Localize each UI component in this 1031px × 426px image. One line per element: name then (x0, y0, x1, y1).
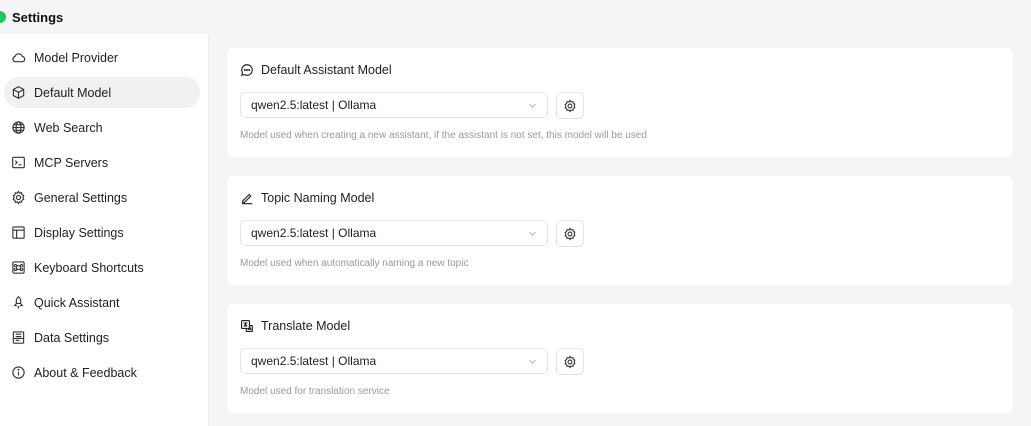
settings-menu: Model Provider Default Model Web Search … (0, 34, 208, 388)
model-settings-button[interactable] (556, 220, 584, 247)
status-indicator (0, 11, 6, 23)
globe-icon (11, 120, 26, 135)
sidebar-item-about-feedback[interactable]: About & Feedback (4, 357, 204, 388)
sidebar-item-general-settings[interactable]: General Settings (4, 182, 204, 213)
sidebar-item-label: General Settings (34, 190, 128, 205)
title-bar: Settings (0, 0, 1031, 34)
card-hint: Model used when creating a new assistant… (240, 130, 647, 141)
command-icon (11, 260, 26, 275)
settings-content: Default Assistant Model qwen2.5:latest |… (209, 34, 1031, 426)
rocket-icon (11, 295, 26, 310)
sidebar-item-label: Quick Assistant (34, 295, 120, 310)
card-title: Topic Naming Model (261, 191, 375, 205)
sidebar-item-keyboard-shortcuts[interactable]: Keyboard Shortcuts (4, 252, 204, 283)
sidebar-item-label: Default Model (34, 85, 112, 100)
sidebar-item-label: Model Provider (34, 50, 119, 65)
layout-icon (11, 225, 26, 240)
card-hint: Model used for translation service (240, 386, 390, 397)
sidebar-item-default-model[interactable]: Default Model (4, 77, 200, 108)
sidebar-item-label: About & Feedback (34, 365, 137, 380)
gear-icon (564, 98, 576, 113)
model-settings-button[interactable] (556, 348, 584, 375)
sidebar-item-label: Web Search (34, 120, 103, 135)
gear-icon (564, 354, 576, 369)
card-title: Default Assistant Model (261, 63, 392, 77)
model-select-value: qwen2.5:latest | Ollama (251, 226, 377, 240)
translate-icon (240, 319, 254, 333)
topic-naming-model-card: Topic Naming Model qwen2.5:latest | Olla… (227, 176, 1013, 285)
model-select[interactable]: qwen2.5:latest | Ollama (240, 92, 548, 118)
chevron-down-icon (528, 231, 537, 237)
chevron-down-icon (528, 359, 537, 365)
sidebar-item-data-settings[interactable]: Data Settings (4, 322, 204, 353)
model-select[interactable]: qwen2.5:latest | Ollama (240, 220, 548, 246)
settings-sidebar: Model Provider Default Model Web Search … (0, 34, 209, 426)
model-select-value: qwen2.5:latest | Ollama (251, 354, 377, 368)
cube-icon (11, 85, 26, 100)
chevron-down-icon (528, 103, 537, 109)
chat-bubble-icon (240, 63, 254, 77)
cloud-icon (11, 50, 26, 65)
card-hint: Model used when automatically naming a n… (240, 258, 469, 269)
page-title: Settings (12, 9, 64, 25)
database-icon (11, 330, 26, 345)
sidebar-item-label: Keyboard Shortcuts (34, 260, 144, 275)
pencil-icon (240, 191, 254, 205)
sidebar-item-label: Display Settings (34, 225, 124, 240)
model-select[interactable]: qwen2.5:latest | Ollama (240, 348, 548, 374)
sidebar-item-label: Data Settings (34, 330, 110, 345)
model-settings-button[interactable] (556, 92, 584, 119)
card-title: Translate Model (261, 319, 351, 333)
translate-model-card: Translate Model qwen2.5:latest | Ollama … (227, 304, 1013, 413)
sidebar-item-model-provider[interactable]: Model Provider (4, 42, 204, 73)
sidebar-item-web-search[interactable]: Web Search (4, 112, 204, 143)
terminal-icon (11, 155, 26, 170)
default-assistant-model-card: Default Assistant Model qwen2.5:latest |… (227, 48, 1013, 157)
sidebar-item-mcp-servers[interactable]: MCP Servers (4, 147, 204, 178)
info-icon (11, 365, 26, 380)
sidebar-item-label: MCP Servers (34, 155, 109, 170)
gear-icon (564, 226, 576, 241)
sidebar-item-quick-assistant[interactable]: Quick Assistant (4, 287, 204, 318)
model-select-value: qwen2.5:latest | Ollama (251, 98, 377, 112)
sidebar-item-display-settings[interactable]: Display Settings (4, 217, 204, 248)
gear-icon (11, 190, 26, 205)
